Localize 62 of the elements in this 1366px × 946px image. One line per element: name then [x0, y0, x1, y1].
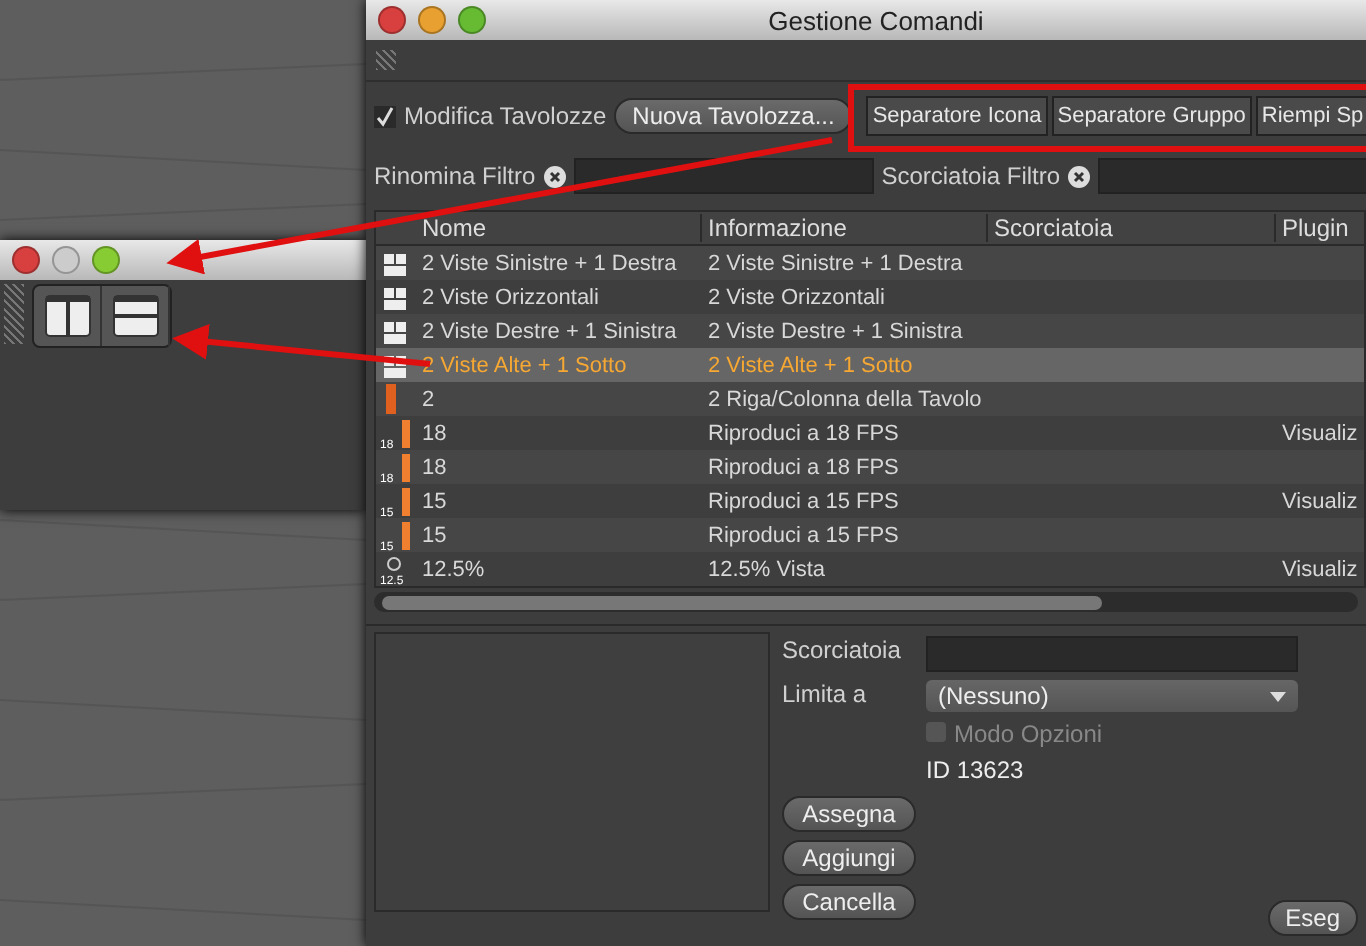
new-palette-button[interactable]: Nuova Tavolozza...	[614, 98, 853, 134]
zoom-button[interactable]	[92, 246, 120, 274]
window-title: Gestione Comandi	[766, 5, 986, 35]
zoom-button[interactable]	[458, 6, 486, 34]
table-cell-text: 15	[420, 489, 449, 513]
table-cell-text: 18	[420, 455, 449, 479]
toolbar-button[interactable]: Separatore Gruppo	[1051, 96, 1252, 136]
table-cell-text: 2 Viste Destre + 1 Sinistra	[706, 319, 965, 343]
toolbar-button[interactable]: Separatore Icona	[866, 96, 1048, 136]
column-header[interactable]: Scorciatoia	[988, 214, 1276, 242]
checkbox[interactable]	[374, 105, 396, 127]
table-cell-text: Riproduci a 15 FPS	[706, 523, 901, 547]
table-cell-text: 2 Viste Orizzontali	[706, 285, 887, 309]
table-cell-text: Riproduci a 18 FPS	[706, 455, 901, 479]
table-cell-text: Riproduci a 15 FPS	[706, 489, 901, 513]
action-button[interactable]: Cancella	[782, 884, 916, 920]
table-row[interactable]: 2 2 Riga/Colonna della Tavolo	[376, 382, 1364, 416]
table-cell-text: 12.5%	[420, 557, 487, 581]
horizontal-scrollbar[interactable]	[374, 592, 1358, 612]
close-button[interactable]	[12, 246, 40, 274]
toolbar-button[interactable]: Riempi Sp	[1255, 96, 1366, 136]
table-cell-text: 18	[420, 421, 449, 445]
action-button[interactable]: Assegna	[782, 796, 916, 832]
close-button[interactable]	[378, 6, 406, 34]
table-cell-text: 2 Viste Orizzontali	[420, 285, 601, 309]
grip-handle[interactable]	[4, 284, 24, 344]
limit-dropdown[interactable]: (Nessuno)	[926, 680, 1298, 712]
id-label: ID 13623	[926, 756, 1026, 784]
clear-icon[interactable]	[1068, 165, 1091, 187]
filter-label: Rinomina Filtro	[374, 162, 536, 190]
table-cell-text: 2	[420, 387, 437, 411]
column-header[interactable]: Informazione	[702, 214, 988, 242]
action-button[interactable]: Aggiungi	[782, 840, 916, 876]
film-strip-icon	[386, 384, 396, 414]
table-cell-text: Visualiz	[1280, 489, 1360, 513]
field-label: Scorciatoia	[782, 636, 903, 668]
table-row[interactable]: 2 Viste Sinistre + 1 Destra 2 Viste Sinistre + 1 Destra	[376, 246, 1364, 280]
table-cell-text: Visualiz	[1280, 421, 1360, 445]
table-cell-text: 12.5% Vista	[706, 557, 828, 581]
field-label: Limita a	[782, 680, 869, 712]
table-cell-text: 15	[420, 523, 449, 547]
column-header[interactable]: Plugin	[1276, 214, 1364, 242]
minimize-button[interactable]	[52, 246, 80, 274]
filter-field[interactable]	[1098, 158, 1366, 194]
table-cell-text: Riproduci a 18 FPS	[706, 421, 901, 445]
minimize-button[interactable]	[418, 6, 446, 34]
table-row[interactable]: 2 Viste Destre + 1 Sinistra 2 Viste Destre + 1 Sinistra	[376, 314, 1364, 348]
caret-icon	[1270, 691, 1286, 701]
table-cell-text: Visualiz	[1280, 557, 1360, 581]
column-header[interactable]: Nome	[416, 214, 702, 242]
table-cell-text: 2 Viste Sinistre + 1 Destra	[420, 251, 679, 275]
execute-button[interactable]: Eseg	[1267, 900, 1358, 936]
grip-handle[interactable]	[376, 50, 396, 70]
table-cell-text: 2 Viste Sinistre + 1 Destra	[706, 251, 965, 275]
filter-field[interactable]	[573, 158, 874, 194]
table-cell-text: 2 Viste Destre + 1 Sinistra	[420, 319, 679, 343]
table-cell-text: 2 Riga/Colonna della Tavolo	[706, 387, 984, 411]
clear-icon[interactable]	[543, 165, 566, 187]
checkbox-label: Modifica Tavolozze	[404, 102, 607, 130]
shortcut-field[interactable]	[926, 636, 1298, 672]
filter-label: Scorciatoia Filtro	[881, 162, 1061, 190]
table-cell-text: 2 Viste Alte + 1 Sotto	[706, 353, 915, 377]
